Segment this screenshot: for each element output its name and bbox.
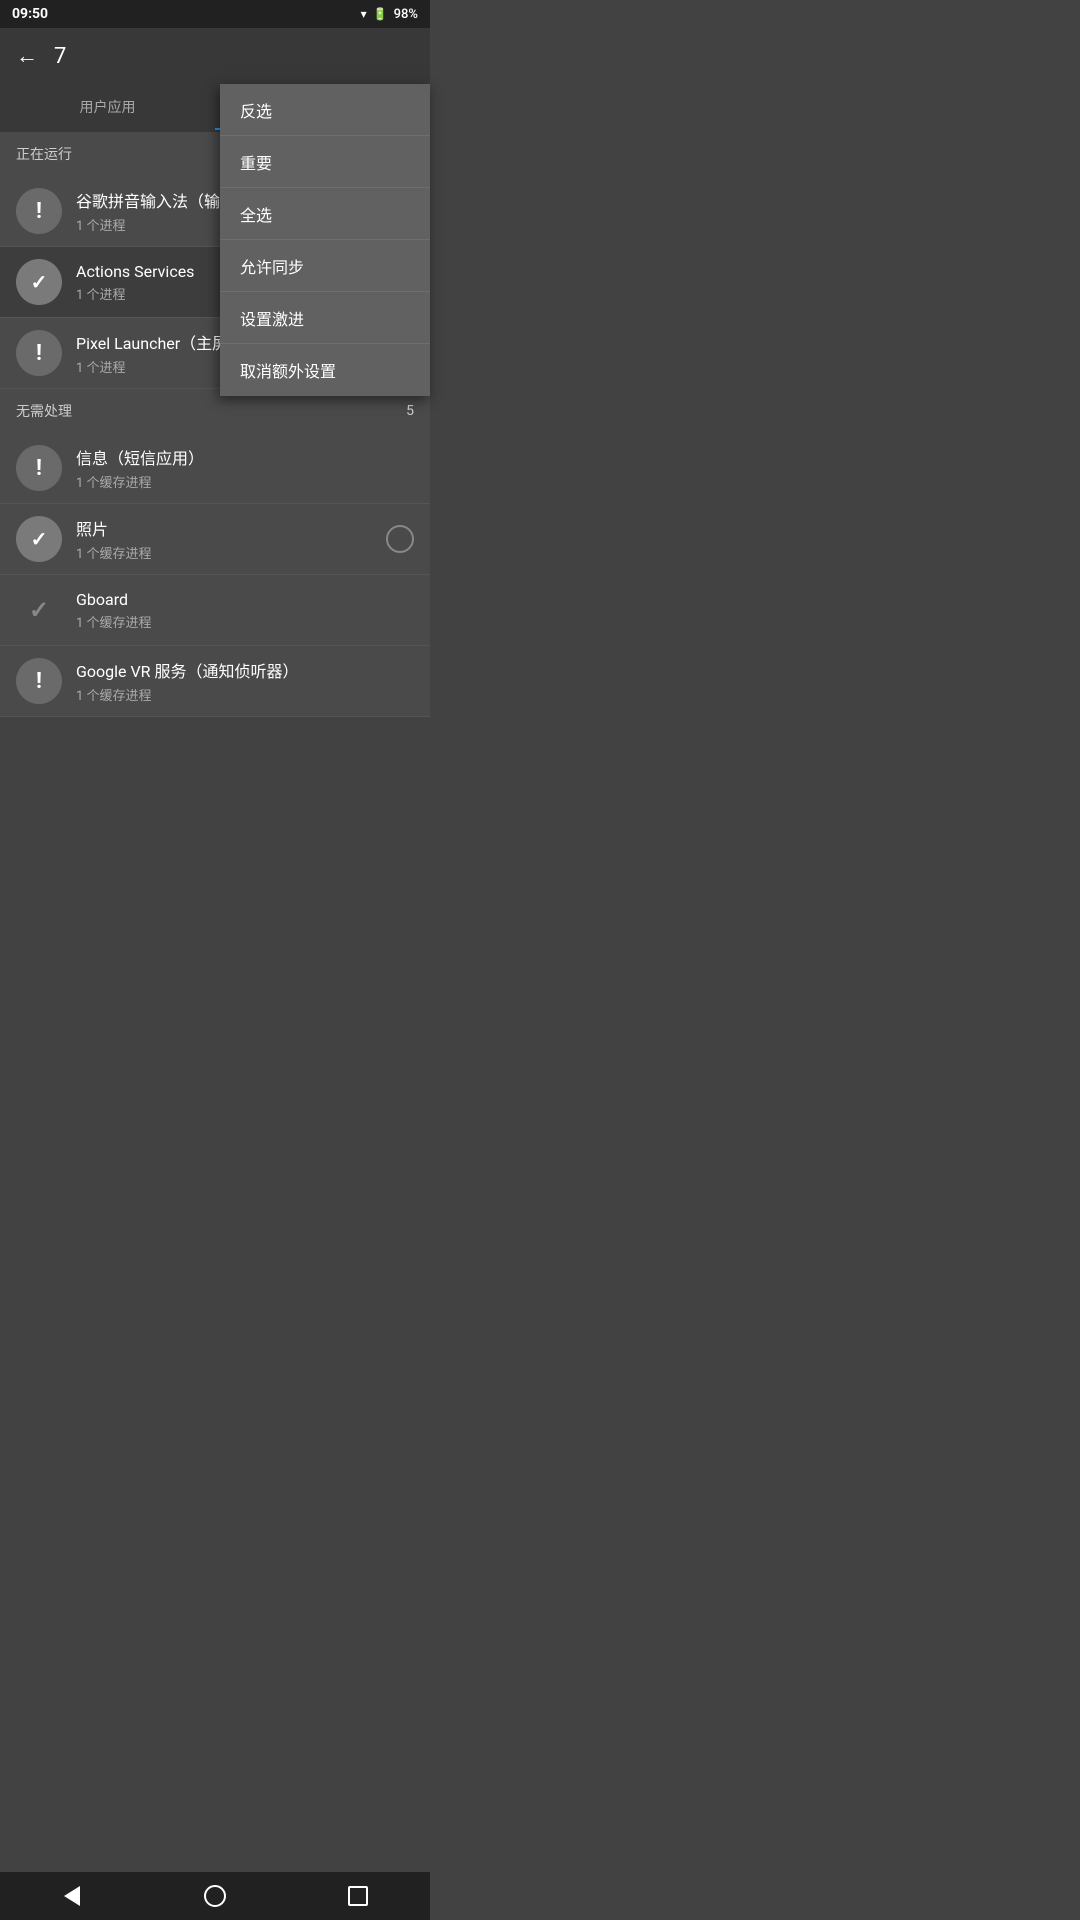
time-display: 09:50 xyxy=(12,6,48,22)
app-icon-check-1: ✓ xyxy=(16,259,62,305)
app-name-5: 照片 xyxy=(76,516,386,540)
app-name-7: Google VR 服务（通知侦听器） xyxy=(76,658,414,682)
home-nav-icon xyxy=(204,1885,226,1907)
app-icon-check-2: ✓ xyxy=(16,516,62,562)
dropdown-item-important[interactable]: 重要 xyxy=(220,136,430,188)
dropdown-item-aggressive[interactable]: 设置激进 xyxy=(220,292,430,344)
app-item-photos[interactable]: ✓ 照片 1 个缓存进程 xyxy=(0,504,430,575)
nav-home-button[interactable] xyxy=(195,1876,235,1916)
dropdown-menu: 反选 重要 全选 允许同步 设置激进 取消额外设置 xyxy=(220,84,430,396)
app-name-4: 信息（短信应用） xyxy=(76,445,414,469)
app-item-messages[interactable]: ! 信息（短信应用） 1 个缓存进程 xyxy=(0,433,430,504)
section-running-title: 正在运行 xyxy=(16,144,72,164)
app-sub-4: 1 个缓存进程 xyxy=(76,472,414,491)
app-icon-checkonly-1: ✓ xyxy=(16,587,62,633)
app-sub-6: 1 个缓存进程 xyxy=(76,612,414,631)
dropdown-item-select-all[interactable]: 全选 xyxy=(220,188,430,240)
status-bar: 09:50 ▾ 🔋 98% xyxy=(0,0,430,28)
app-item-google-vr[interactable]: ! Google VR 服务（通知侦听器） 1 个缓存进程 xyxy=(0,646,430,717)
app-item-gboard[interactable]: ✓ Gboard 1 个缓存进程 xyxy=(0,575,430,646)
dropdown-item-cancel-extra[interactable]: 取消额外设置 xyxy=(220,344,430,396)
tab-user-apps[interactable]: 用户应用 xyxy=(0,84,215,130)
section-cached-title: 无需处理 xyxy=(16,401,72,421)
radio-button-photos[interactable] xyxy=(386,525,414,553)
dropdown-item-allow-sync[interactable]: 允许同步 xyxy=(220,240,430,292)
battery-percent: 98% xyxy=(394,7,418,22)
app-icon-exclaim-4: ! xyxy=(16,445,62,491)
recent-nav-icon xyxy=(348,1886,368,1906)
section-cached-count: 5 xyxy=(406,403,414,419)
nav-bar xyxy=(0,1872,430,1920)
header: ← 7 xyxy=(0,28,430,84)
app-icon-exclaim-3: ! xyxy=(16,330,62,376)
back-nav-icon xyxy=(64,1886,80,1906)
app-name-6: Gboard xyxy=(76,590,414,609)
nav-recent-button[interactable] xyxy=(338,1876,378,1916)
app-sub-7: 1 个缓存进程 xyxy=(76,685,414,704)
back-button[interactable]: ← xyxy=(16,43,38,69)
wifi-icon: ▾ xyxy=(361,7,367,21)
app-sub-5: 1 个缓存进程 xyxy=(76,543,386,562)
status-icons: ▾ 🔋 98% xyxy=(361,7,418,22)
page-title: 7 xyxy=(54,44,66,69)
nav-back-button[interactable] xyxy=(52,1876,92,1916)
battery-icon: 🔋 xyxy=(373,7,388,21)
dropdown-item-invert[interactable]: 反选 xyxy=(220,84,430,136)
app-icon-exclaim-5: ! xyxy=(16,658,62,704)
app-icon-exclaim-1: ! xyxy=(16,188,62,234)
